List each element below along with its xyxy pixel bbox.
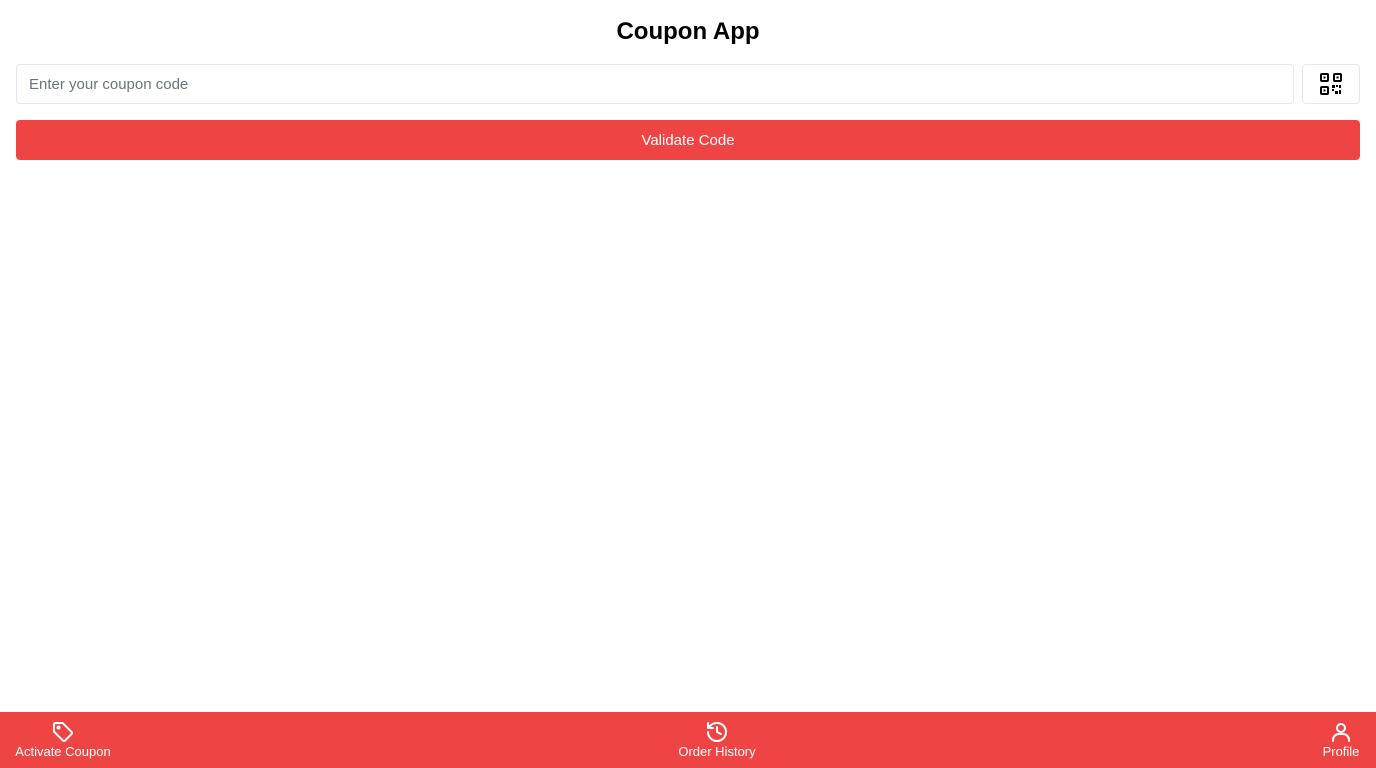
scan-qr-button[interactable]: [1302, 64, 1360, 104]
nav-item-order-history[interactable]: Order History: [676, 712, 758, 768]
coupon-code-input[interactable]: [16, 64, 1294, 104]
nav-item-profile[interactable]: Profile: [1322, 712, 1360, 768]
nav-label-activate-coupon: Activate Coupon: [15, 744, 111, 759]
validate-code-button[interactable]: Validate Code: [16, 120, 1360, 160]
history-icon: [705, 720, 729, 744]
coupon-input-row: [16, 64, 1360, 104]
app-root: Coupon App Enter your coupon code Valida…: [0, 0, 1376, 768]
tag-icon: [51, 720, 75, 744]
nav-label-profile: Profile: [1322, 744, 1360, 759]
qr-code-icon: [1320, 73, 1342, 95]
bottom-navigation: Activate Coupon Order History Profile: [0, 712, 1376, 768]
validate-code-label: Validate Code: [641, 131, 735, 149]
user-icon: [1329, 720, 1353, 744]
nav-item-activate-coupon[interactable]: Activate Coupon: [15, 712, 111, 768]
nav-label-order-history: Order History: [678, 744, 756, 759]
page-title: Coupon App: [616, 18, 760, 45]
